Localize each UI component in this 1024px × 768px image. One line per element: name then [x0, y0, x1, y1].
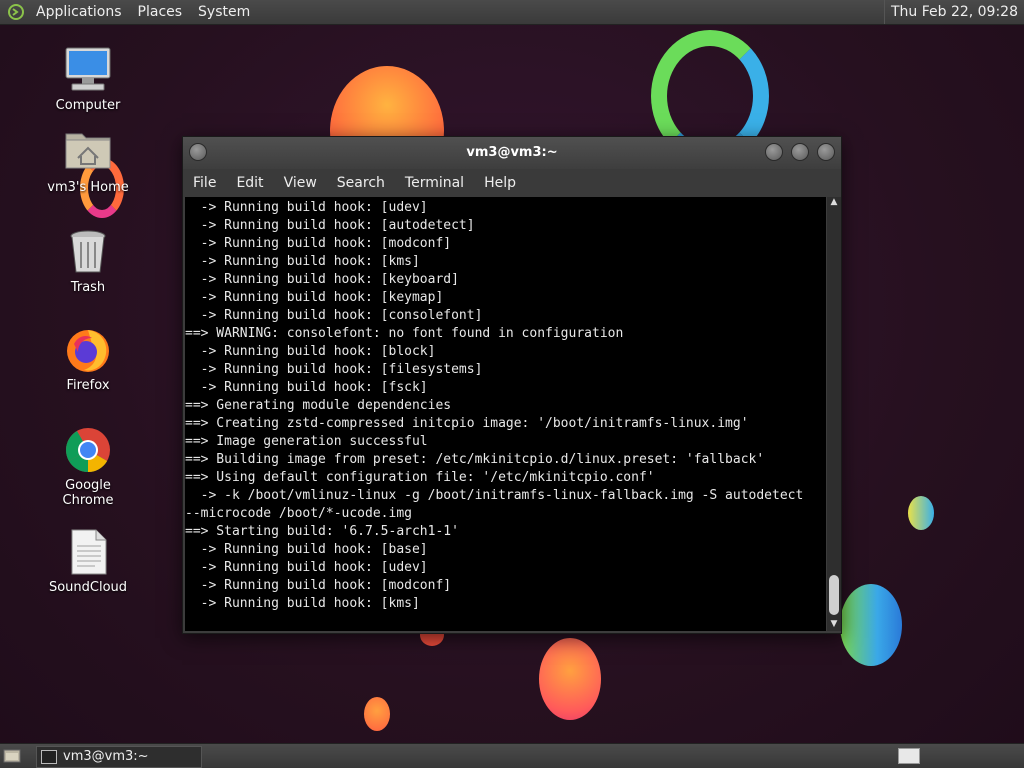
menu-view[interactable]: View [274, 175, 327, 191]
terminal-line: -> Running build hook: [consolefont] [185, 308, 483, 323]
terminal-line: -> Running build hook: [kms] [185, 254, 420, 269]
terminal-line: ==> WARNING: consolefont: no font found … [185, 326, 624, 341]
trash-icon [64, 228, 112, 276]
terminal-line: -> Running build hook: [keymap] [185, 290, 444, 305]
minimize-button[interactable] [765, 143, 783, 161]
taskbar-task-label: vm3@vm3:~ [63, 749, 149, 764]
terminal-line: -> Running build hook: [fsck] [185, 380, 428, 395]
show-desktop-icon[interactable] [2, 746, 24, 766]
scroll-up-icon[interactable]: ▲ [827, 197, 841, 209]
terminal-line: -> Running build hook: [modconf] [185, 236, 452, 251]
workspace-switcher[interactable] [898, 748, 920, 764]
terminal-line: ==> Creating zstd-compressed initcpio im… [185, 416, 749, 431]
terminal-line: -> Running build hook: [udev] [185, 200, 428, 215]
wallpaper-green-blue [840, 584, 902, 666]
desktop-icon-trash[interactable]: Trash [38, 228, 138, 295]
terminal-line: ==> Generating module dependencies [185, 398, 452, 413]
maximize-button[interactable] [791, 143, 809, 161]
terminal-menubar: File Edit View Search Terminal Help [183, 169, 841, 197]
desktop-icon-label: SoundCloud [48, 580, 128, 595]
wallpaper-small-orange [364, 697, 390, 731]
terminal-line: -> Running build hook: [keyboard] [185, 272, 459, 287]
terminal-line: -> Running build hook: [modconf] [185, 578, 452, 593]
taskbar-terminal-button[interactable]: vm3@vm3:~ [36, 746, 202, 768]
terminal-line: -> Running build hook: [udev] [185, 560, 428, 575]
mate-logo-icon[interactable] [8, 4, 24, 20]
window-titlebar[interactable]: vm3@vm3:~ [183, 137, 841, 169]
desktop-icon-computer[interactable]: Computer [38, 46, 138, 113]
terminal-window[interactable]: vm3@vm3:~ File Edit View Search Terminal… [182, 136, 842, 634]
terminal-line: ==> Building image from preset: /etc/mki… [185, 452, 765, 467]
menu-file[interactable]: File [183, 175, 226, 191]
window-title: vm3@vm3:~ [466, 145, 558, 160]
terminal-line: --microcode /boot/*-ucode.img [185, 506, 412, 521]
terminal-line: -> -k /boot/vmlinuz-linux -g /boot/initr… [185, 488, 804, 503]
firefox-icon [64, 326, 112, 374]
terminal-line: -> Running build hook: [block] [185, 344, 436, 359]
menu-help[interactable]: Help [474, 175, 526, 191]
terminal-line: ==> Using default configuration file: '/… [185, 470, 655, 485]
system-menu[interactable]: System [190, 0, 258, 24]
applications-menu[interactable]: Applications [28, 0, 130, 24]
terminal-line: -> Running build hook: [kms] [185, 596, 420, 611]
top-panel: Applications Places System Thu Feb 22, 0… [0, 0, 1024, 25]
desktop-icon-label: vm3's Home [47, 180, 129, 195]
home-folder-icon [64, 128, 112, 176]
menu-edit[interactable]: Edit [226, 175, 273, 191]
wallpaper-small-green-blue [908, 496, 934, 530]
desktop-icon-label: Google Chrome [62, 478, 114, 508]
desktop-icon-home[interactable]: vm3's Home [38, 128, 138, 195]
close-button[interactable] [817, 143, 835, 161]
menu-search[interactable]: Search [327, 175, 395, 191]
bottom-taskbar: vm3@vm3:~ [0, 743, 1024, 768]
terminal-line: -> Running build hook: [filesystems] [185, 362, 483, 377]
chrome-icon [64, 426, 112, 474]
places-menu[interactable]: Places [130, 0, 191, 24]
clock[interactable]: Thu Feb 22, 09:28 [883, 0, 1024, 24]
desktop-icon-soundcloud[interactable]: SoundCloud [38, 528, 138, 595]
document-icon [64, 528, 112, 576]
terminal-line: ==> Image generation successful [185, 434, 428, 449]
terminal-output[interactable]: -> Running build hook: [udev] -> Running… [185, 197, 826, 631]
terminal-line: ==> Starting build: '6.7.5-arch1-1' [185, 524, 459, 539]
desktop-icon-label: Computer [55, 98, 121, 113]
wallpaper-orange-pill [539, 638, 601, 720]
desktop-icon-firefox[interactable]: Firefox [38, 326, 138, 393]
desktop-icon-label: Trash [70, 280, 106, 295]
desktop-icon-label: Firefox [66, 378, 110, 393]
computer-icon [64, 46, 112, 94]
scrollbar-thumb[interactable] [829, 575, 839, 615]
terminal-line: -> Running build hook: [autodetect] [185, 218, 475, 233]
terminal-scrollbar[interactable]: ▲ ▼ [827, 197, 841, 631]
terminal-icon [41, 750, 57, 764]
terminal-line: -> Running build hook: [base] [185, 542, 428, 557]
scroll-down-icon[interactable]: ▼ [827, 619, 841, 631]
menu-terminal[interactable]: Terminal [395, 175, 474, 191]
desktop-icon-chrome[interactable]: Google Chrome [38, 426, 138, 508]
